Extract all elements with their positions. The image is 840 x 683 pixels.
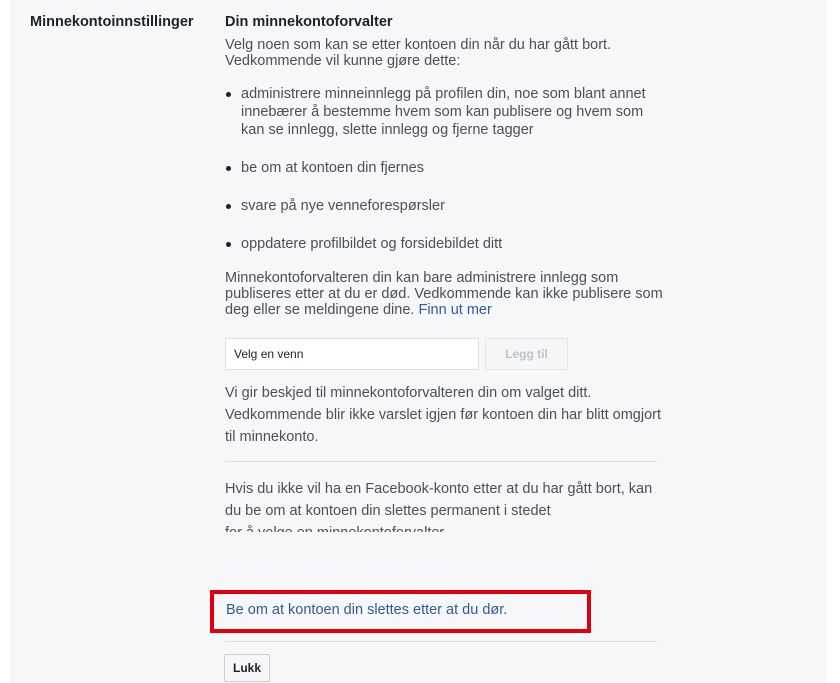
- add-friend-row: Legg til: [225, 338, 665, 370]
- learn-more-link[interactable]: Finn ut mer: [418, 302, 491, 318]
- list-item: be om at kontoen din fjernes: [225, 159, 665, 177]
- list-item-text: oppdatere profilbildet og forsidebildet …: [241, 236, 503, 252]
- delete-account-text: Hvis du ikke vil ha en Facebook-konto et…: [225, 478, 665, 532]
- note-text: Minnekontoforvalteren din kan bare admin…: [225, 270, 665, 318]
- list-item-text: be om at kontoen din fjernes: [241, 160, 424, 176]
- choose-friend-input[interactable]: [225, 338, 479, 370]
- list-item: oppdatere profilbildet og forsidebildet …: [225, 235, 665, 253]
- bullet-icon: [226, 242, 231, 247]
- bullet-icon: [226, 92, 231, 97]
- list-item: administrere minneinnlegg på profilen di…: [225, 85, 665, 139]
- legacy-contact-title: Din minnekontoforvalter: [225, 14, 393, 30]
- permissions-list: administrere minneinnlegg på profilen di…: [225, 85, 665, 253]
- delete-account-body: Hvis du ikke vil ha en Facebook-konto et…: [225, 481, 653, 519]
- legacy-contact-content: Din minnekontoforvalter Velg noen som ka…: [225, 14, 665, 532]
- divider: [225, 461, 657, 462]
- delete-link-highlight: Be om at kontoen din slettes etter at du…: [210, 590, 591, 633]
- close-button[interactable]: Lukk: [224, 654, 271, 682]
- bullet-icon: [226, 166, 231, 171]
- list-item-text: svare på nye venneforespørsler: [241, 198, 445, 214]
- section-title: Minnekontoinnstillinger: [30, 14, 194, 30]
- divider: [225, 641, 657, 642]
- list-item: svare på nye venneforespørsler: [225, 197, 665, 215]
- bullet-icon: [226, 204, 231, 209]
- intro-text: Velg noen som kan se etter kontoen din n…: [225, 37, 612, 69]
- page: Minnekontoinnstillinger Din minnekontofo…: [0, 0, 840, 683]
- notify-text: Vi gir beskjed til minnekontoforvalteren…: [225, 385, 662, 445]
- add-button[interactable]: Legg til: [485, 338, 568, 370]
- list-item-text: administrere minneinnlegg på profilen di…: [241, 86, 646, 138]
- delete-account-body-cut: for å velge en minnekontoforvalter.: [225, 522, 665, 532]
- delete-account-link[interactable]: Be om at kontoen din slettes etter at du…: [226, 602, 507, 618]
